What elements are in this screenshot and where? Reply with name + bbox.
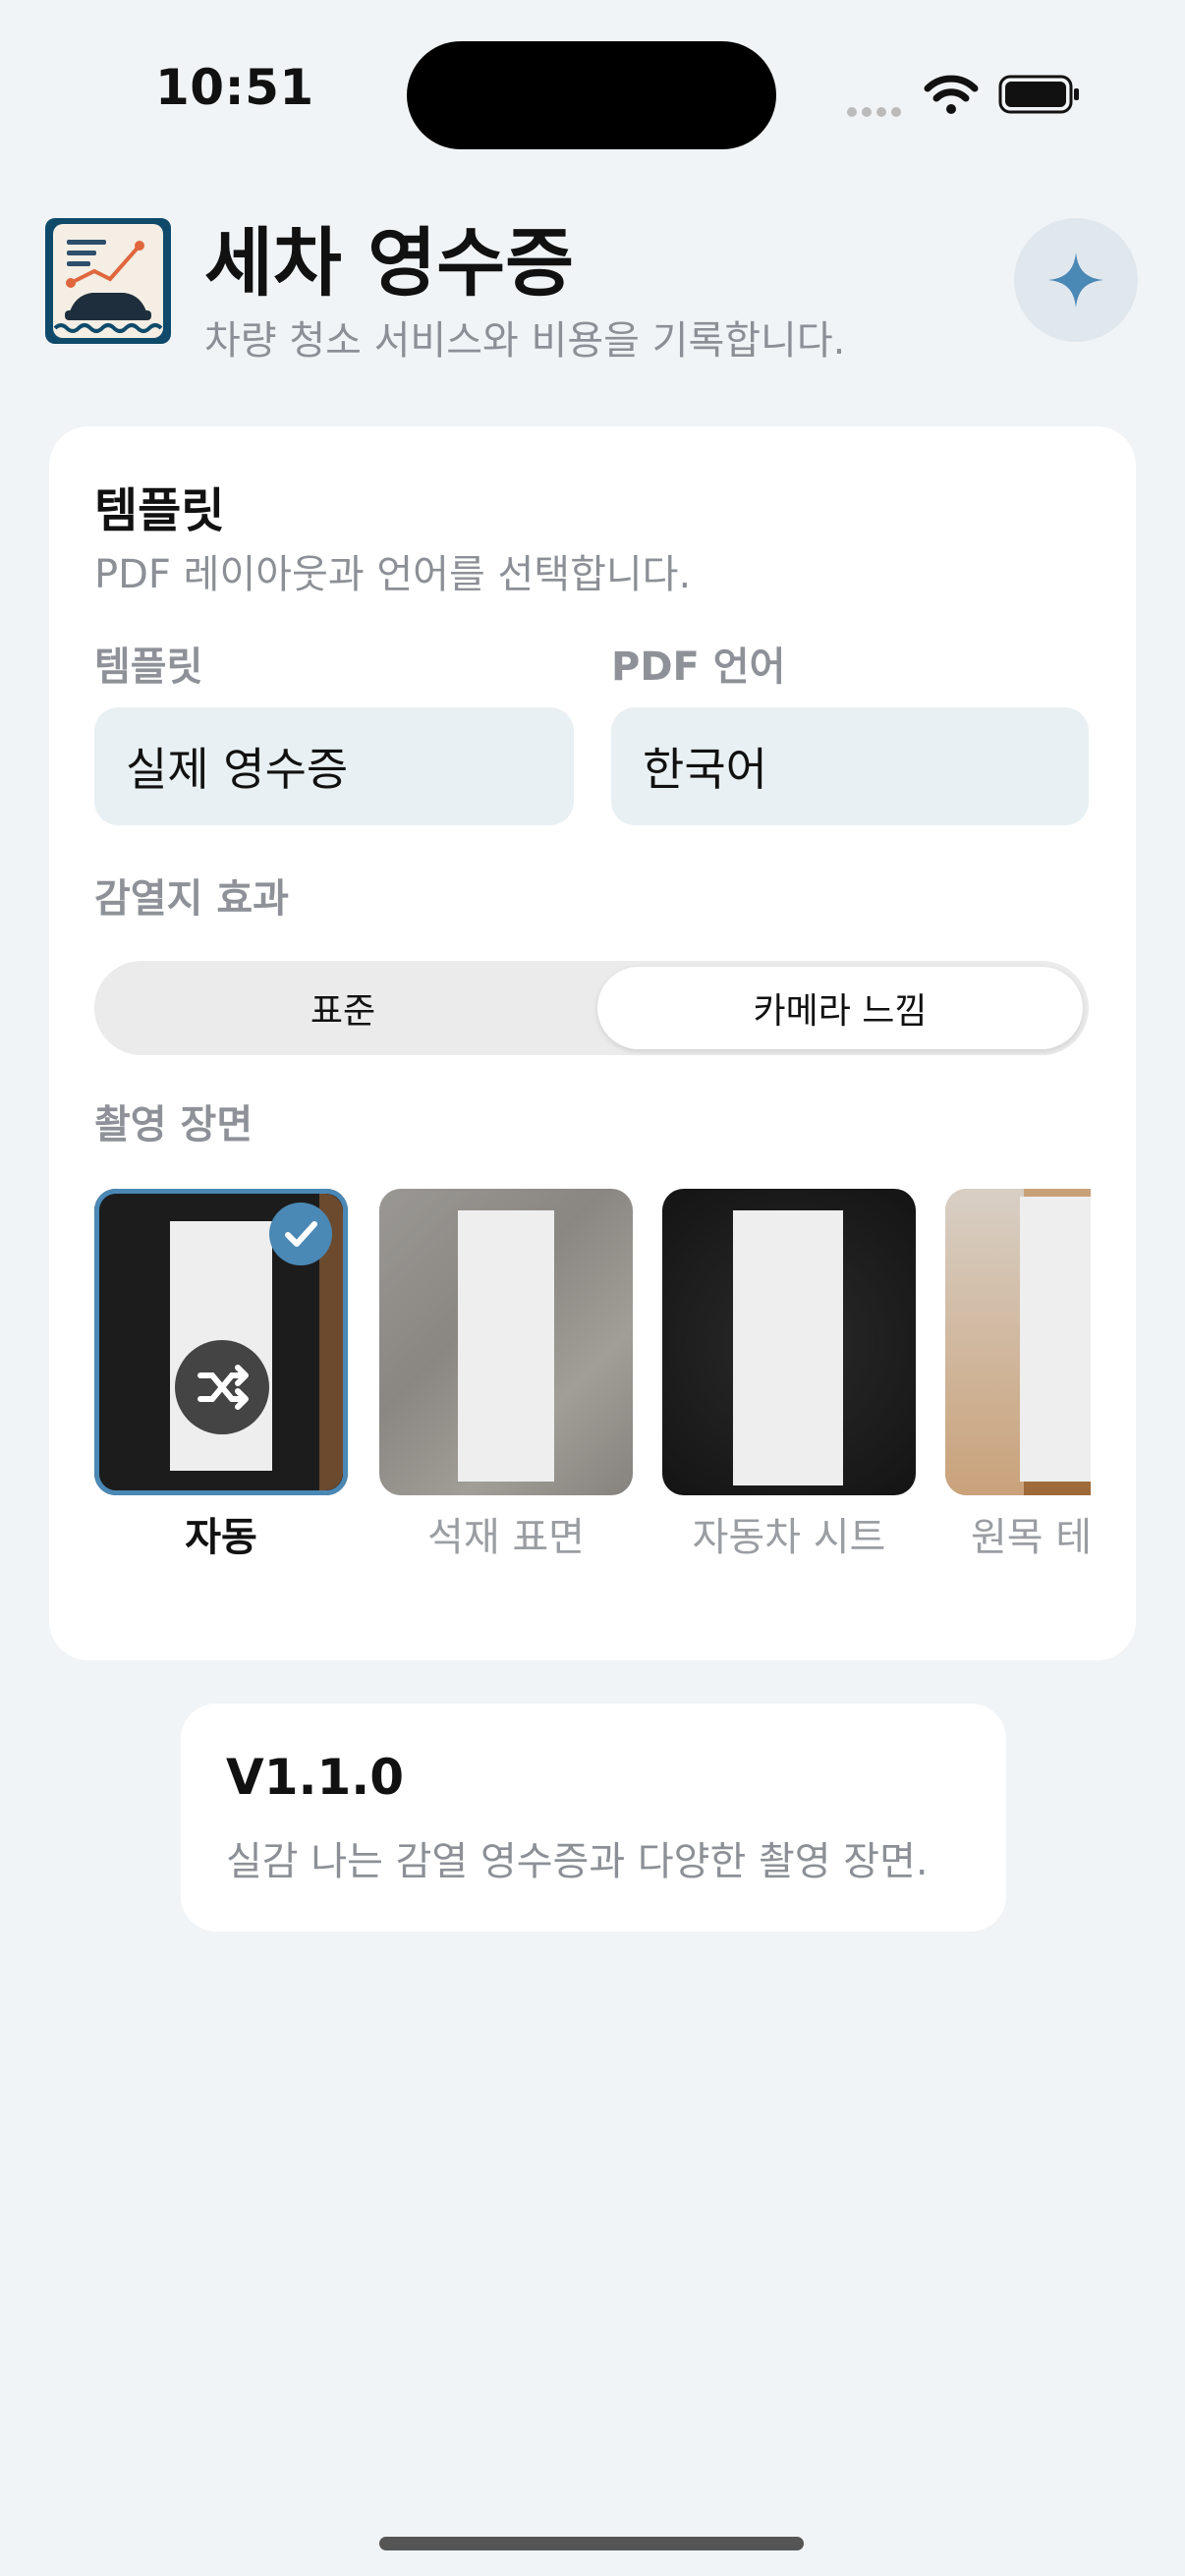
battery-icon — [998, 75, 1079, 114]
scene-thumb-car-seat[interactable] — [662, 1189, 916, 1495]
shuffle-icon — [198, 1365, 249, 1410]
scene-label-stone: 석재 표면 — [427, 1515, 585, 1560]
version-description: 실감 나는 감열 영수증과 다양한 촬영 장면. — [226, 1839, 929, 1884]
thermal-option-standard[interactable]: 표준 — [100, 967, 586, 1049]
scene-label: 촬영 장면 — [94, 1102, 254, 1148]
scene-label-car-seat: 자동차 시트 — [692, 1515, 886, 1560]
scene-label-wood: 원목 테이블 — [971, 1515, 1091, 1560]
sparkle-icon — [1048, 252, 1103, 308]
sparkle-button[interactable] — [1014, 218, 1138, 342]
scene-label-auto: 자동 — [185, 1515, 257, 1560]
scene-carousel[interactable]: 자동 석재 표면 자동차 시트 원목 테이블 — [94, 1185, 1091, 1578]
language-select[interactable]: 한국어 — [611, 707, 1089, 825]
thermal-effect-label: 감열지 효과 — [94, 876, 289, 922]
thermal-option-camera[interactable]: 카메라 느낌 — [597, 967, 1083, 1049]
template-select[interactable]: 실제 영수증 — [94, 707, 574, 825]
thermal-effect-segmented-control: 표준 카메라 느낌 — [94, 961, 1089, 1055]
receipt-car-app-icon — [53, 224, 163, 338]
version-title: V1.1.0 — [226, 1749, 405, 1806]
app-icon — [45, 218, 171, 344]
template-section-title: 템플릿 — [94, 483, 225, 538]
dynamic-island — [407, 41, 776, 149]
scene-thumb-stone[interactable] — [379, 1189, 633, 1495]
page-title: 세차 영수증 — [204, 219, 575, 307]
wifi-icon — [924, 75, 979, 114]
scene-thumb-auto[interactable] — [94, 1189, 348, 1495]
checkmark-icon — [285, 1221, 317, 1247]
template-select-value: 실제 영수증 — [126, 743, 349, 796]
shuffle-badge — [175, 1340, 269, 1434]
selected-check-badge — [269, 1203, 332, 1265]
page-subtitle: 차량 청소 서비스와 비용을 기록합니다. — [204, 318, 846, 364]
home-indicator[interactable] — [379, 2537, 804, 2550]
template-section-description: PDF 레이아웃과 언어를 선택합니다. — [94, 552, 692, 597]
language-label: PDF 언어 — [611, 644, 786, 690]
version-card — [181, 1704, 1006, 1932]
cellular-signal-icon — [847, 102, 910, 117]
scene-thumb-wood[interactable] — [945, 1189, 1091, 1495]
template-label: 템플릿 — [94, 644, 203, 690]
status-time: 10:51 — [155, 59, 314, 116]
language-select-value: 한국어 — [643, 743, 767, 796]
